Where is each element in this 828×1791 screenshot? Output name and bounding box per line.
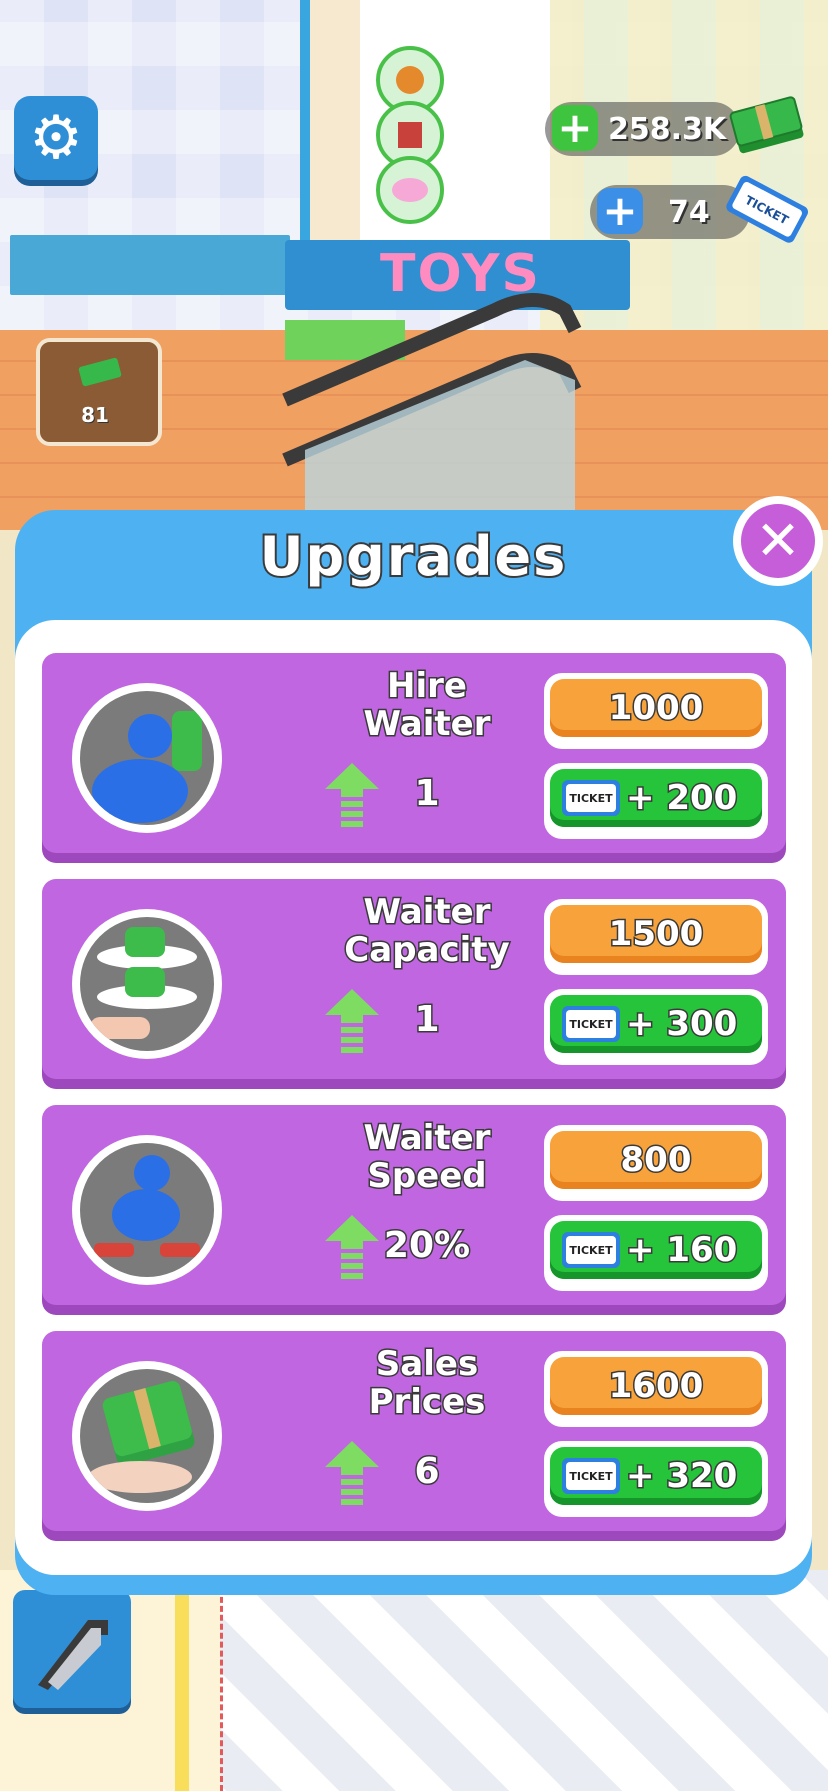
upgrade-name-line2: Capacity [343, 930, 511, 971]
waiter-speed-icon [72, 1135, 222, 1285]
settings-button[interactable]: ⚙ [14, 96, 98, 180]
upgrade-card-waiter-capacity: Waiter Capacity 1 1500 TICKET + 300 [42, 879, 786, 1079]
ticket-icon: TICKET [562, 780, 620, 816]
upgrade-card-waiter-speed: Waiter Speed 20% 800 TICKET + 160 [42, 1105, 786, 1305]
upgrade-card-sales-prices: Sales Prices 6 1600 TICKET + 320 [42, 1331, 786, 1531]
price-label: 1500 [550, 905, 762, 963]
toy-shelf [300, 0, 550, 240]
close-icon: ✕ [741, 504, 815, 578]
buy-with-money-button[interactable]: 1500 [544, 899, 768, 975]
arrow-up-icon [325, 1215, 379, 1279]
ticket-badge-label: TICKET [566, 1462, 616, 1490]
upgrade-name-line2: Speed [366, 1156, 488, 1197]
escalator [275, 270, 635, 520]
ticket-reward: + 160 [624, 1229, 738, 1272]
upgrade-name: Hire Waiter [272, 666, 582, 745]
gear-icon: ⚙ [29, 103, 83, 173]
upgrade-name-line2: Prices [367, 1382, 487, 1423]
upgrade-level: 1 [413, 772, 441, 816]
price-label: 800 [550, 1131, 762, 1189]
price-label: 1000 [550, 679, 762, 737]
ticket-icon: TICKET [562, 1458, 620, 1494]
ticket-badge-label: TICKET [566, 1010, 616, 1038]
ticket-icon: TICKET [562, 1006, 620, 1042]
buy-with-ticket-button[interactable]: TICKET + 320 [544, 1441, 768, 1517]
ticket-icon: TICKET [726, 168, 812, 248]
upgrade-level: 1 [413, 998, 441, 1042]
cash-stack-icon [78, 357, 122, 387]
ticket-reward: + 300 [624, 1003, 738, 1046]
ticket-reward: + 200 [624, 777, 738, 820]
buy-with-money-button[interactable]: 1000 [544, 673, 768, 749]
cash-stack-count: 81 [81, 403, 109, 427]
cash-pickup-tile[interactable] [36, 338, 162, 446]
ticket-reward: + 320 [624, 1455, 738, 1498]
upgrade-name-line1: Sales [374, 1344, 479, 1385]
upgrade-name-line1: Waiter [362, 892, 492, 933]
upgrade-card-hire-waiter: Hire Waiter 1 1000 TICKET + 200 [42, 653, 786, 853]
upgrade-level: 20% [382, 1224, 471, 1268]
sales-prices-icon [72, 1361, 222, 1511]
upgrade-name-line1: Hire [386, 666, 469, 707]
buy-with-ticket-button[interactable]: TICKET + 300 [544, 989, 768, 1065]
ticket-amount: 74 [668, 195, 710, 230]
close-button[interactable]: ✕ [733, 496, 823, 586]
ticket-badge-label: TICKET [566, 1236, 616, 1264]
arrow-up-icon [325, 989, 379, 1053]
floor-dashed-line [220, 1570, 226, 1791]
add-tickets-button[interactable]: + [597, 188, 643, 234]
buy-with-money-button[interactable]: 800 [544, 1125, 768, 1201]
arrow-up-icon [325, 1441, 379, 1505]
cashier-counter [10, 235, 290, 295]
waiter-capacity-icon [72, 909, 222, 1059]
modal-title: Upgrades [258, 523, 568, 590]
add-money-button[interactable]: + [552, 105, 598, 151]
price-label: 1600 [550, 1357, 762, 1415]
escalator-graphic [282, 293, 582, 510]
plus-icon: + [602, 186, 638, 235]
upgrade-name: Waiter Speed [272, 1118, 582, 1197]
plus-icon: + [557, 103, 593, 152]
ticket-icon: TICKET [562, 1232, 620, 1268]
buy-with-money-button[interactable]: 1600 [544, 1351, 768, 1427]
toy-shelf-items [310, 0, 444, 240]
escalator-button[interactable] [13, 1590, 131, 1708]
escalator-icon [38, 1620, 108, 1690]
cash-icon [728, 90, 808, 160]
upgrade-name-line1: Waiter [362, 1118, 492, 1159]
upgrade-level: 6 [413, 1450, 441, 1494]
buy-with-ticket-button[interactable]: TICKET + 200 [544, 763, 768, 839]
upgrades-panel: Hire Waiter 1 1000 TICKET + 200 Waiter C… [15, 620, 812, 1575]
upgrade-name: Sales Prices [272, 1344, 582, 1423]
floor-line [175, 1570, 189, 1791]
money-amount: 258.3K [608, 112, 727, 147]
upgrade-name: Waiter Capacity [272, 892, 582, 971]
ticket-badge-label: TICKET [566, 784, 616, 812]
arrow-up-icon [325, 763, 379, 827]
upgrade-name-line2: Waiter [362, 704, 492, 745]
hire-waiter-icon [72, 683, 222, 833]
buy-with-ticket-button[interactable]: TICKET + 160 [544, 1215, 768, 1291]
